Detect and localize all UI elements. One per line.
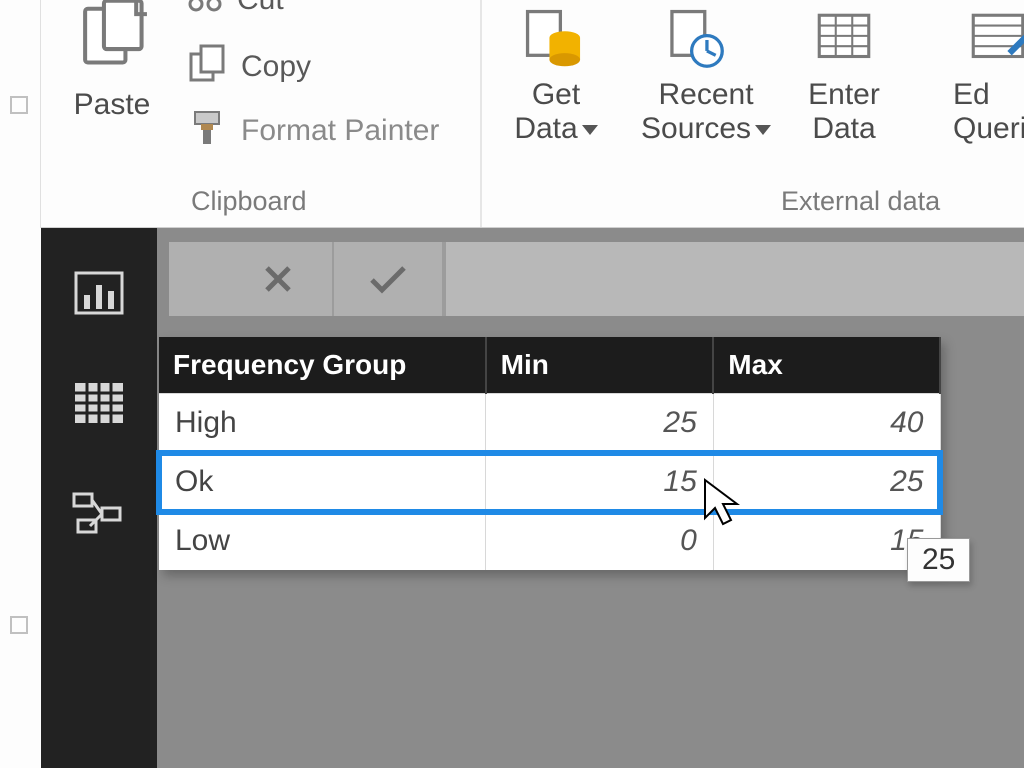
edit-queries-label-1: Ed: [953, 78, 990, 111]
paste-label: Paste: [67, 88, 157, 122]
table-header-row: Frequency Group Min Max: [159, 337, 940, 394]
work-area: Frequency Group Min Max High 25 40 Ok 15…: [41, 228, 1024, 768]
recent-sources-label-1: Recent: [659, 78, 754, 111]
table-row[interactable]: Ok 15 25: [159, 453, 940, 512]
ribbon: Paste Cut Copy: [41, 0, 1024, 228]
chevron-down-icon: [582, 125, 598, 135]
model-view-icon[interactable]: [71, 488, 127, 538]
edit-queries-icon: [953, 2, 1024, 78]
cell-max[interactable]: 40: [713, 394, 940, 453]
view-switcher: [41, 228, 157, 768]
copy-button[interactable]: Copy: [187, 44, 311, 89]
recent-sources-label-2: Sources: [641, 112, 751, 145]
cell-tooltip: 25: [907, 538, 970, 582]
sheet-edge-strip-lower: [0, 228, 41, 768]
column-header-min[interactable]: Min: [486, 337, 714, 394]
enter-data-icon: [799, 2, 889, 78]
edit-queries-button[interactable]: EdQueri: [953, 2, 1024, 146]
get-data-button[interactable]: GetData: [511, 2, 601, 146]
cell-group[interactable]: Low: [159, 512, 486, 571]
cell-group[interactable]: High: [159, 394, 486, 453]
column-header-max[interactable]: Max: [713, 337, 940, 394]
sheet-edge-strip: [0, 0, 41, 228]
data-view-icon[interactable]: [71, 378, 127, 428]
recent-sources-icon: [641, 2, 751, 78]
cell-min[interactable]: 25: [486, 394, 714, 453]
column-header-frequency-group[interactable]: Frequency Group: [159, 337, 486, 394]
commit-formula-button[interactable]: [334, 242, 444, 316]
format-painter-icon: [187, 108, 231, 153]
format-painter-label: Format Painter: [241, 114, 439, 148]
paste-button[interactable]: Paste: [67, 0, 157, 122]
external-data-group-label: External data: [781, 186, 940, 217]
check-icon: [368, 262, 408, 296]
chevron-down-icon: [755, 125, 771, 135]
formula-input[interactable]: [444, 242, 1024, 316]
recent-sources-button[interactable]: RecentSources: [641, 2, 771, 146]
enter-data-label-2: Data: [812, 112, 875, 145]
row-header-marker: [10, 616, 28, 634]
clipboard-group-label: Clipboard: [191, 186, 307, 217]
cell-min[interactable]: 0: [486, 512, 714, 571]
report-view-icon[interactable]: [71, 268, 127, 318]
cell-max[interactable]: 25: [713, 453, 940, 512]
get-data-icon: [511, 2, 601, 78]
formula-bar-spacer: [169, 242, 224, 316]
copy-icon: [187, 44, 231, 89]
row-header-marker: [10, 96, 28, 114]
format-painter-button[interactable]: Format Painter: [187, 108, 439, 153]
table-row[interactable]: High 25 40: [159, 394, 940, 453]
get-data-label-2: Data: [514, 112, 577, 145]
cell-max[interactable]: 15: [713, 512, 940, 571]
paste-icon: [67, 0, 157, 88]
edit-queries-label-2: Queri: [953, 112, 1024, 145]
close-icon: [261, 262, 295, 296]
enter-data-button[interactable]: EnterData: [799, 2, 889, 146]
cut-icon: [187, 0, 227, 19]
ribbon-group-divider: [480, 0, 482, 227]
get-data-label-1: Get: [532, 78, 580, 111]
cut-button[interactable]: Cut: [187, 0, 284, 19]
enter-data-label-1: Enter: [808, 78, 880, 111]
cell-min[interactable]: 15: [486, 453, 714, 512]
cancel-formula-button[interactable]: [224, 242, 334, 316]
copy-label: Copy: [241, 50, 311, 84]
cell-group[interactable]: Ok: [159, 453, 486, 512]
cut-label: Cut: [237, 0, 284, 17]
table-row[interactable]: Low 0 15: [159, 512, 940, 571]
formula-bar: [169, 242, 1024, 316]
data-table: Frequency Group Min Max High 25 40 Ok 15…: [159, 337, 941, 570]
